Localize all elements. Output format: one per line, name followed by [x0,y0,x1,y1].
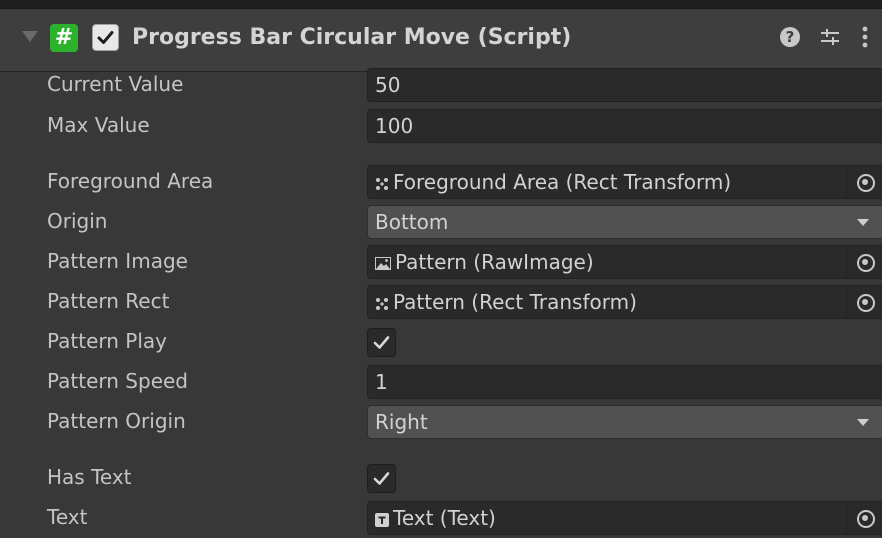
foreground-area-object-field[interactable]: Foreground Area (Rect Transform) [367,165,882,199]
row-origin: Origin Bottom [0,202,882,242]
checkmark-icon [373,336,390,349]
component-header[interactable]: # Progress Bar Circular Move (Script) ? [0,8,882,72]
max-value-input[interactable]: 100 [367,109,882,143]
row-max-value: Max Value 100 [0,106,882,146]
text-object-field[interactable]: Text (Text) [367,501,882,535]
pattern-image-value: Pattern (RawImage) [395,250,594,274]
help-icon[interactable]: ? [780,27,800,47]
component-enabled-checkbox[interactable] [92,24,119,51]
presets-icon[interactable] [818,25,842,49]
object-picker-icon[interactable] [846,246,882,278]
pattern-origin-label: Pattern Origin [47,409,186,433]
row-foreground-area: Foreground Area Foreground Area (Rect Tr… [0,162,882,202]
pattern-origin-dropdown[interactable]: Right [367,405,882,439]
object-picker-icon[interactable] [846,502,882,534]
pattern-play-checkbox[interactable] [367,328,396,357]
foreground-area-label: Foreground Area [47,169,214,193]
pattern-speed-label: Pattern Speed [47,369,189,393]
raw-image-icon [375,257,391,270]
context-menu-icon[interactable] [860,23,870,51]
current-value-input[interactable]: 50 [367,68,882,102]
current-value-text: 50 [375,73,401,97]
dropdown-arrow-icon [857,219,869,226]
object-picker-icon[interactable] [846,166,882,198]
row-pattern-play: Pattern Play [0,322,882,362]
text-value: Text (Text) [393,506,496,530]
foldout-arrow-icon[interactable] [22,31,38,42]
foreground-area-value: Foreground Area (Rect Transform) [393,170,732,194]
max-value-label: Max Value [47,113,150,137]
row-text: Text Text (Text) [0,498,882,538]
pattern-rect-value: Pattern (Rect Transform) [393,290,637,314]
pattern-rect-label: Pattern Rect [47,289,170,313]
current-value-label: Current Value [47,72,184,96]
pattern-rect-object-field[interactable]: Pattern (Rect Transform) [367,285,882,319]
text-component-icon [375,512,389,527]
rect-transform-icon [376,177,388,190]
text-label: Text [47,505,88,529]
row-pattern-origin: Pattern Origin Right [0,402,882,442]
pattern-play-label: Pattern Play [47,329,168,353]
row-has-text: Has Text [0,458,882,498]
has-text-checkbox[interactable] [367,464,396,493]
row-current-value: Current Value 50 [0,65,882,105]
pattern-image-object-field[interactable]: Pattern (RawImage) [367,245,882,279]
component-title: Progress Bar Circular Move (Script) [132,25,572,50]
checkmark-icon [373,472,390,485]
dropdown-arrow-icon [857,419,869,426]
pattern-image-label: Pattern Image [47,249,188,273]
origin-label: Origin [47,209,108,233]
max-value-text: 100 [375,114,414,138]
has-text-label: Has Text [47,465,132,489]
script-hash-icon: # [50,24,78,52]
object-picker-icon[interactable] [846,286,882,318]
origin-value: Bottom [375,210,449,234]
row-pattern-speed: Pattern Speed 1 [0,362,882,402]
origin-dropdown[interactable]: Bottom [367,205,882,239]
inspector-top-edge [0,0,882,8]
pattern-origin-value: Right [375,410,428,434]
pattern-speed-value: 1 [375,370,388,394]
row-pattern-image: Pattern Image Pattern (RawImage) [0,242,882,282]
pattern-speed-input[interactable]: 1 [367,365,882,399]
checkmark-icon [97,31,114,44]
rect-transform-icon [376,297,388,310]
row-pattern-rect: Pattern Rect Pattern (Rect Transform) [0,282,882,322]
